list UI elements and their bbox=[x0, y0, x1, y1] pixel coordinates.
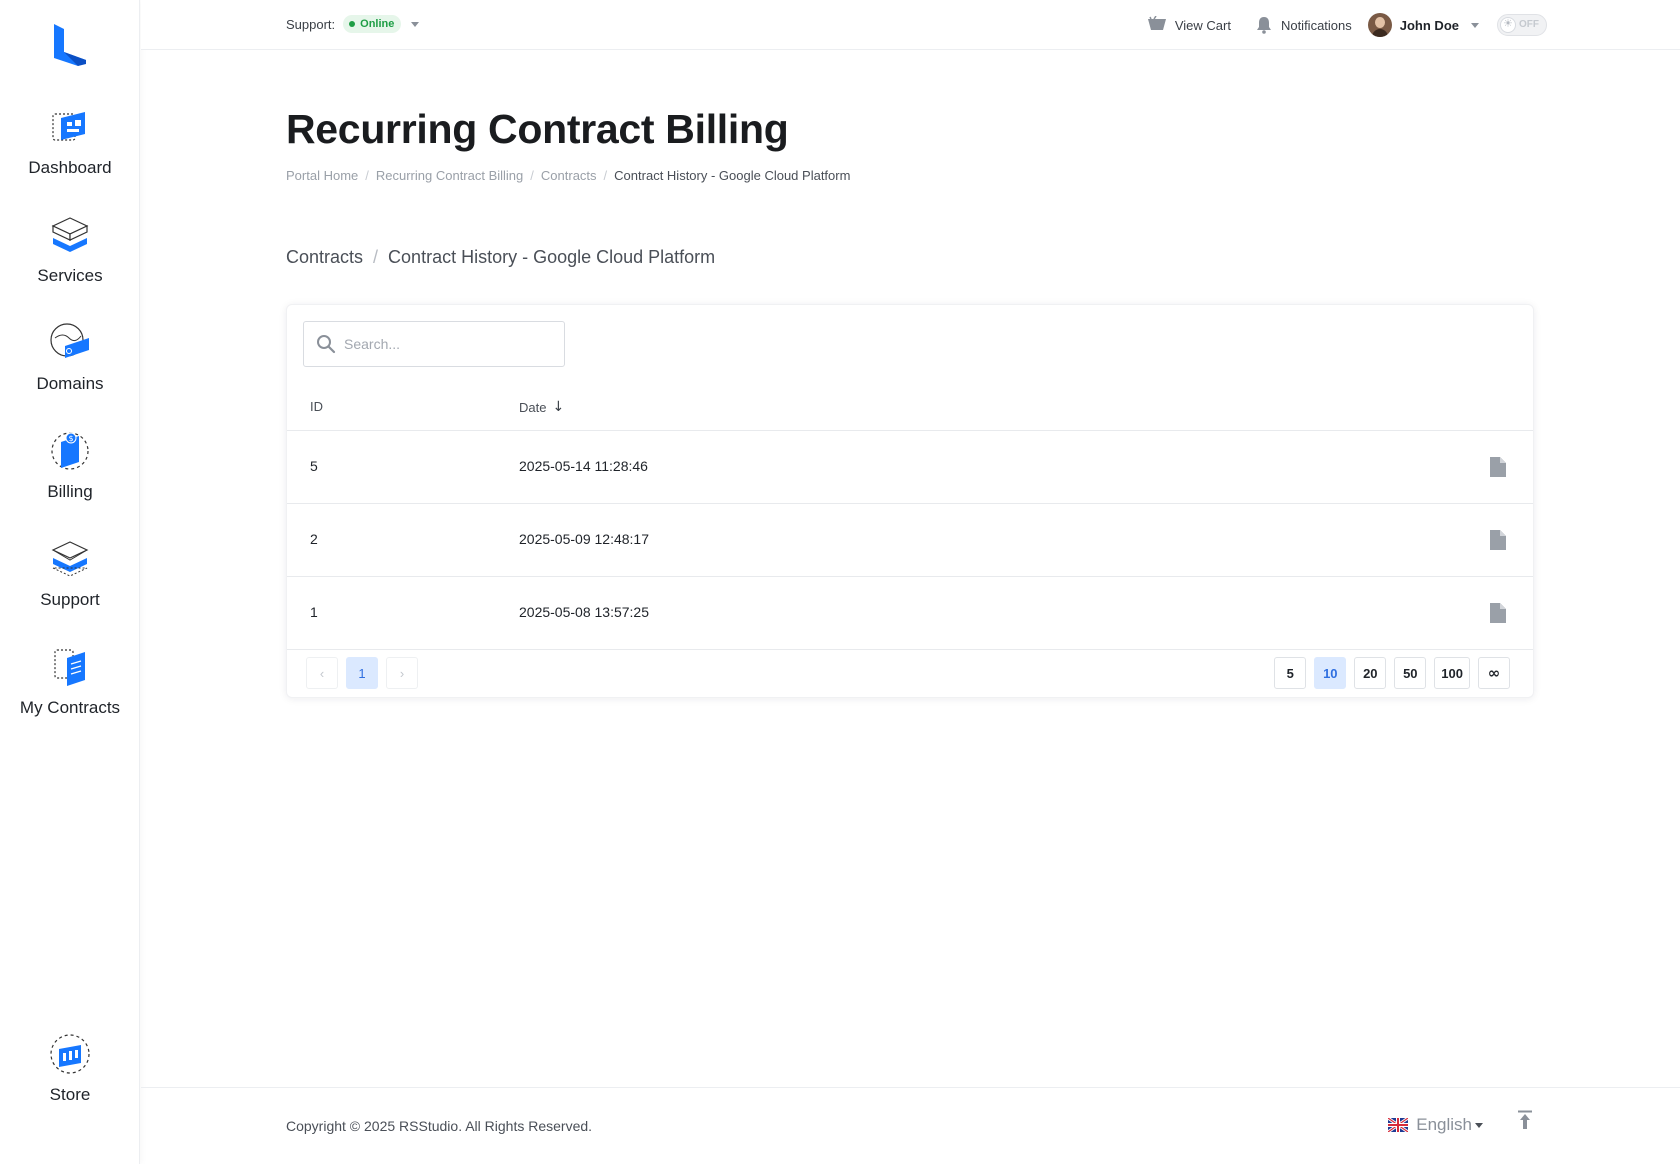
section-title: Contract History - Google Cloud Platform bbox=[388, 247, 716, 267]
contracts-link[interactable]: Contracts bbox=[286, 247, 363, 268]
store-icon bbox=[50, 1034, 90, 1074]
document-icon[interactable] bbox=[1489, 529, 1507, 551]
search-input[interactable] bbox=[344, 336, 544, 352]
page-size-option[interactable]: 50 bbox=[1394, 657, 1427, 689]
chevron-down-icon[interactable] bbox=[411, 21, 420, 27]
sidebar-item-store[interactable]: Store bbox=[0, 1031, 140, 1105]
sidebar-item-my-contracts[interactable]: My Contracts bbox=[0, 644, 140, 718]
status-dot-icon bbox=[349, 21, 356, 27]
domains-icon bbox=[50, 323, 89, 358]
breadcrumb-separator: / bbox=[530, 168, 534, 183]
view-cart-link[interactable]: View Cart bbox=[1147, 16, 1231, 34]
sidebar-item-domains[interactable]: Domains bbox=[0, 320, 140, 394]
support-label: Support: bbox=[286, 16, 336, 32]
sidebar-item-label: Support bbox=[40, 590, 100, 609]
cell-id: 1 bbox=[310, 604, 318, 620]
sidebar-item-label: Services bbox=[37, 266, 103, 285]
sort-arrow-down-icon: ↓ bbox=[552, 399, 565, 415]
back-to-top-icon[interactable] bbox=[1517, 1110, 1533, 1130]
sidebar-item-label: Domains bbox=[36, 374, 104, 393]
table-row[interactable]: 1 2025-05-08 13:57:25 bbox=[287, 577, 1533, 649]
view-cart-label: View Cart bbox=[1174, 17, 1231, 33]
breadcrumb-item[interactable]: Portal Home bbox=[286, 168, 358, 183]
document-icon[interactable] bbox=[1489, 456, 1507, 478]
cell-id: 2 bbox=[310, 531, 318, 547]
billing-icon: $ bbox=[51, 432, 89, 470]
page-size-option[interactable]: 100 bbox=[1434, 657, 1470, 689]
sidebar-item-label: Billing bbox=[47, 482, 93, 501]
avatar bbox=[1367, 13, 1392, 37]
sun-icon bbox=[1500, 17, 1516, 33]
sidebar-item-support[interactable]: Support bbox=[0, 536, 140, 610]
toggle-label: OFF bbox=[1519, 19, 1539, 30]
contracts-icon bbox=[54, 649, 85, 686]
support-status[interactable]: Support: Online bbox=[286, 15, 420, 33]
theme-toggle[interactable]: OFF bbox=[1497, 14, 1547, 36]
bell-icon bbox=[1256, 17, 1271, 34]
brand-logo[interactable] bbox=[50, 22, 92, 68]
breadcrumb-separator: / bbox=[365, 168, 369, 183]
language-selector[interactable]: English bbox=[1388, 1115, 1483, 1135]
breadcrumb-item[interactable]: Recurring Contract Billing bbox=[376, 168, 523, 183]
contract-history-card: ID Date ↓ 5 2025-05-14 11:28:46 2 2025-0… bbox=[286, 304, 1534, 698]
user-name: John Doe bbox=[1399, 17, 1459, 33]
notifications-label: Notifications bbox=[1280, 17, 1352, 33]
cell-date: 2025-05-08 13:57:25 bbox=[519, 604, 649, 620]
page-size-option[interactable]: 10 bbox=[1314, 657, 1347, 689]
sidebar-item-billing[interactable]: $ Billing bbox=[0, 428, 140, 502]
language-label: English bbox=[1416, 1115, 1472, 1134]
page-size-option-all[interactable]: ∞ bbox=[1478, 657, 1510, 689]
sidebar-item-services[interactable]: Services bbox=[0, 212, 140, 286]
search-icon bbox=[317, 335, 336, 354]
cell-date: 2025-05-14 11:28:46 bbox=[519, 458, 648, 474]
footer: Copyright © 2025 RSStudio. All Rights Re… bbox=[141, 1087, 1680, 1164]
prev-page-button[interactable]: ‹ bbox=[306, 657, 338, 689]
topbar: Support: Online View Cart Notifications … bbox=[141, 0, 1680, 50]
dashboard-icon bbox=[52, 112, 85, 141]
column-header-date-label: Date bbox=[519, 399, 547, 415]
copyright-text: Copyright © 2025 RSStudio. All Rights Re… bbox=[286, 1118, 593, 1134]
topbar-actions: View Cart Notifications John Doe OFF bbox=[1147, 12, 1547, 38]
page-button[interactable]: 1 bbox=[346, 657, 378, 689]
divider bbox=[287, 649, 1533, 650]
section-separator: / bbox=[373, 247, 379, 267]
chevron-down-icon bbox=[1475, 1122, 1483, 1128]
support-icon bbox=[51, 541, 89, 577]
status-badge: Online bbox=[343, 15, 402, 33]
cell-date: 2025-05-09 12:48:17 bbox=[519, 531, 649, 547]
column-header-id[interactable]: ID bbox=[310, 399, 323, 414]
cart-icon bbox=[1147, 16, 1166, 30]
services-icon bbox=[51, 217, 89, 252]
cell-id: 5 bbox=[310, 458, 318, 474]
sidebar-item-label: Dashboard bbox=[28, 158, 112, 177]
page-title: Recurring Contract Billing bbox=[286, 106, 789, 152]
status-text: Online bbox=[360, 18, 395, 30]
breadcrumb: Portal Home / Recurring Contract Billing… bbox=[286, 168, 850, 183]
notifications-link[interactable]: Notifications bbox=[1255, 16, 1352, 34]
column-header-date[interactable]: Date ↓ bbox=[519, 399, 564, 415]
section-heading: Contracts / Contract History - Google Cl… bbox=[286, 247, 715, 268]
page-size-option[interactable]: 5 bbox=[1274, 657, 1307, 689]
sidebar-item-label: My Contracts bbox=[19, 698, 121, 717]
pagination: ‹ 1 › bbox=[306, 657, 426, 689]
page-size-option[interactable]: 20 bbox=[1354, 657, 1387, 689]
svg-text:$: $ bbox=[69, 434, 74, 443]
search-box[interactable] bbox=[303, 321, 565, 367]
sidebar-item-label: Store bbox=[49, 1085, 91, 1104]
next-page-button[interactable]: › bbox=[386, 657, 418, 689]
document-icon[interactable] bbox=[1489, 602, 1507, 624]
table-row[interactable]: 5 2025-05-14 11:28:46 bbox=[287, 431, 1533, 503]
user-menu[interactable]: John Doe bbox=[1367, 13, 1479, 37]
uk-flag-icon bbox=[1388, 1118, 1409, 1132]
chevron-down-icon bbox=[1471, 22, 1479, 28]
breadcrumb-separator: / bbox=[603, 168, 608, 183]
page-size-selector: 5 10 20 50 100 ∞ bbox=[1266, 657, 1510, 689]
sidebar-item-dashboard[interactable]: Dashboard bbox=[0, 104, 140, 178]
breadcrumb-item[interactable]: Contracts bbox=[541, 168, 597, 183]
sidebar: Dashboard Services Domains $ Billing Sup… bbox=[0, 0, 140, 1164]
breadcrumb-current: Contract History - Google Cloud Platform bbox=[614, 168, 851, 183]
table-row[interactable]: 2 2025-05-09 12:48:17 bbox=[287, 504, 1533, 576]
